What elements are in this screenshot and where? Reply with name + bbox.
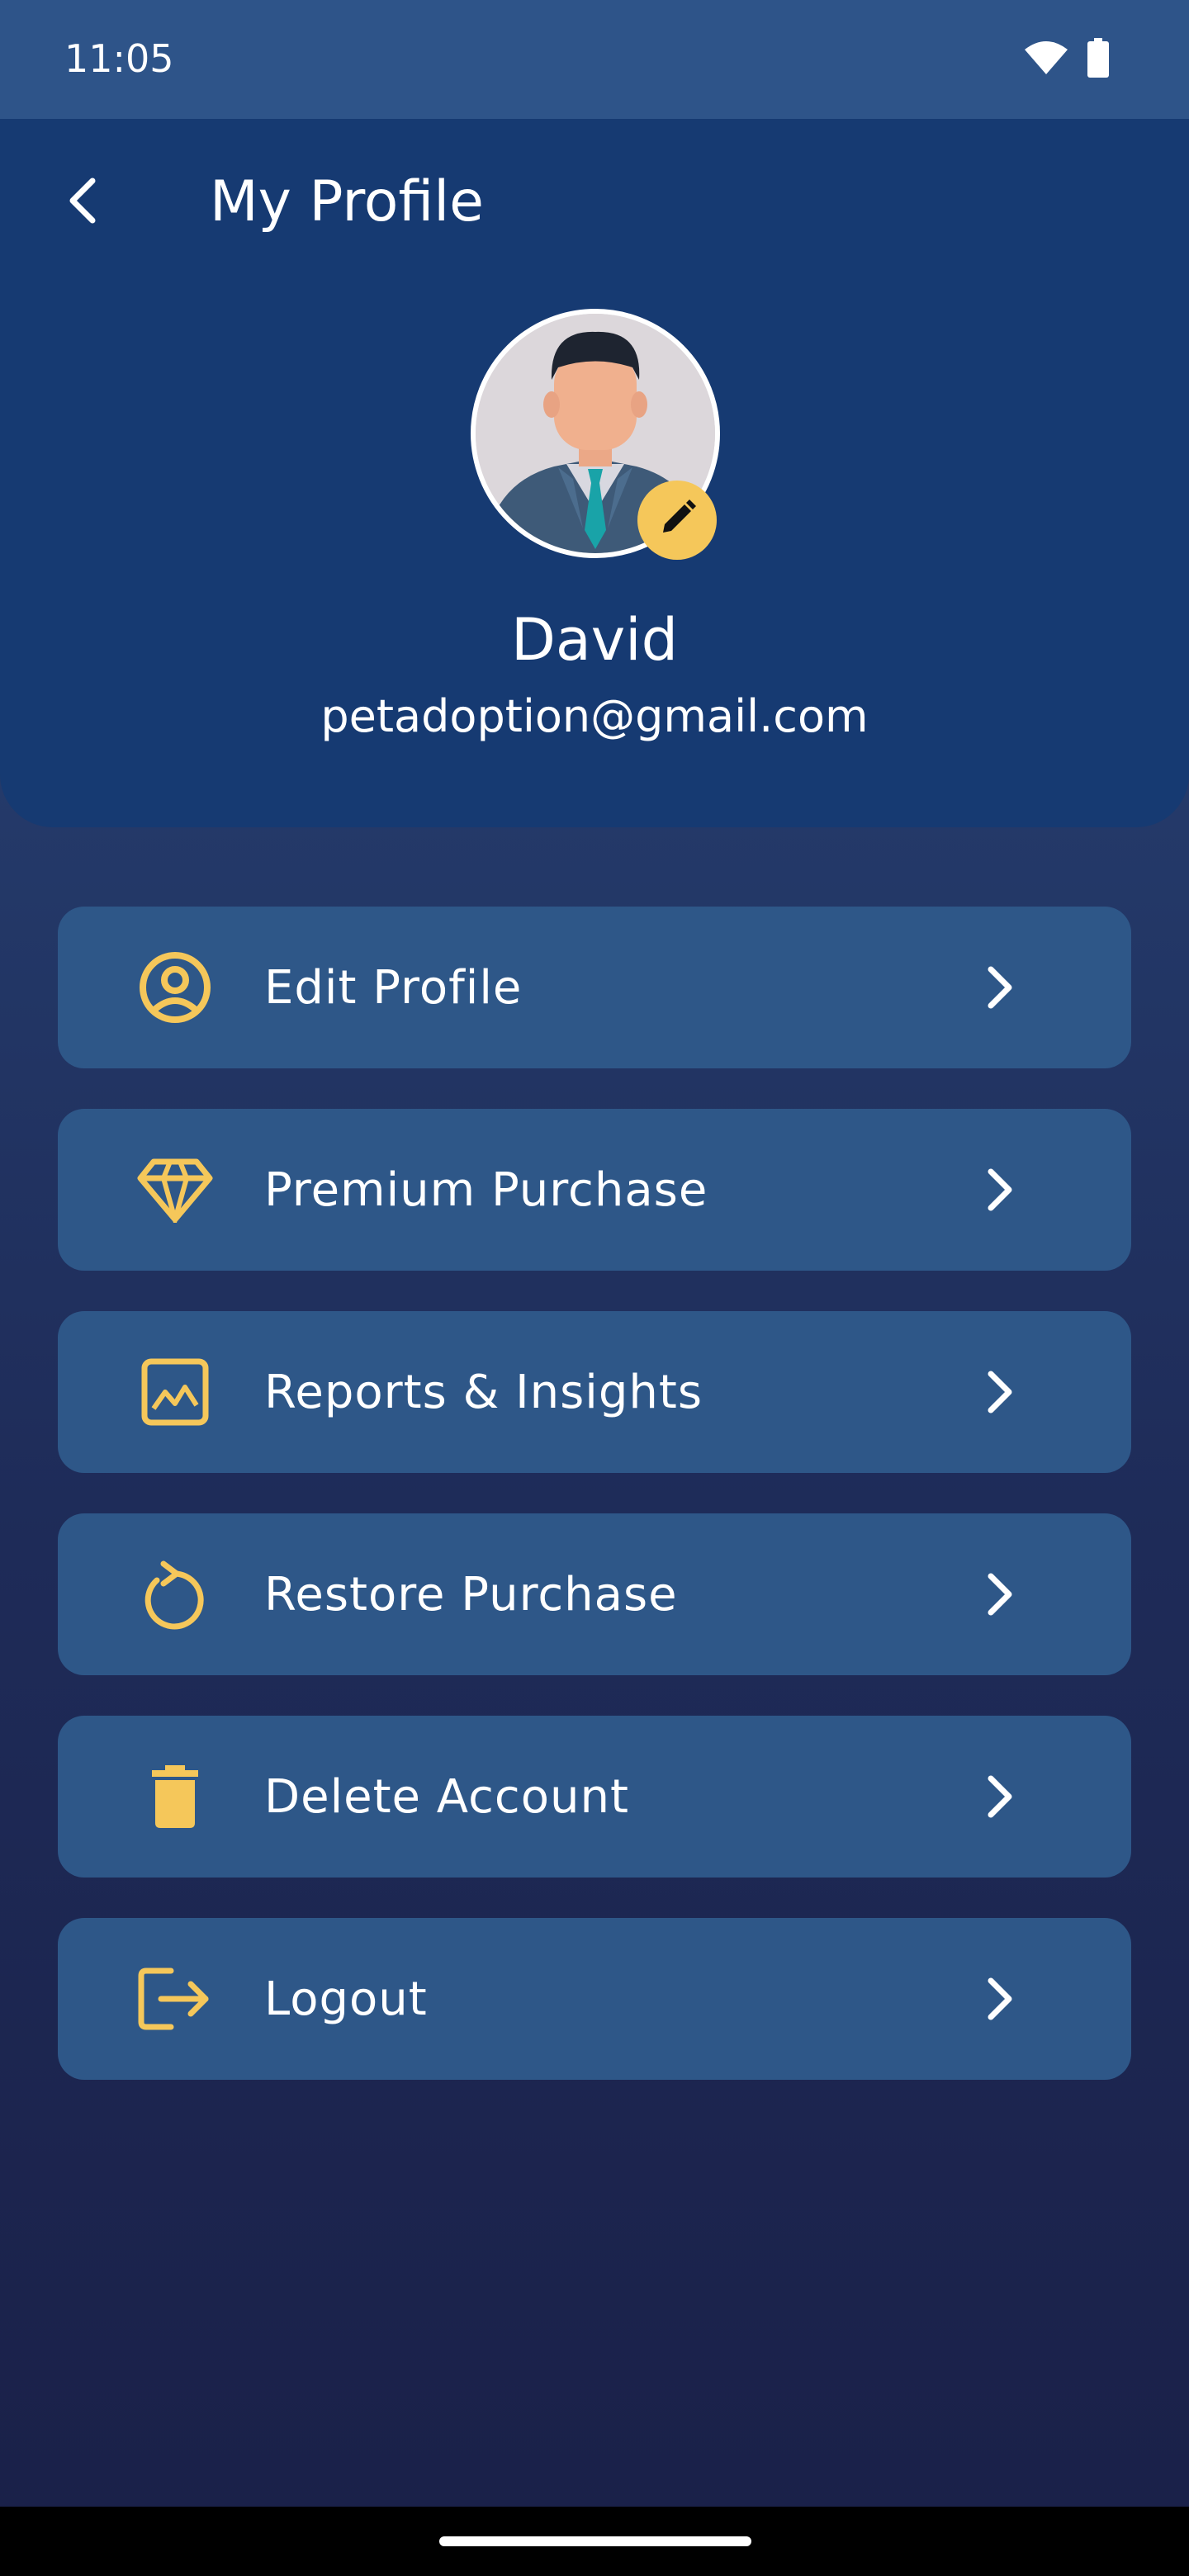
profile-menu: Edit Profile Premium Purchase Reports & …	[58, 907, 1131, 2120]
chevron-left-icon	[66, 176, 99, 230]
image-chart-icon	[134, 1351, 216, 1433]
back-button[interactable]	[53, 165, 112, 239]
battery-icon	[1087, 38, 1110, 82]
page-title: My Profile	[210, 169, 484, 234]
menu-item-reports-insights[interactable]: Reports & Insights	[58, 1311, 1131, 1473]
chevron-right-icon	[974, 1570, 1024, 1619]
menu-item-premium-purchase[interactable]: Premium Purchase	[58, 1109, 1131, 1271]
menu-item-restore-purchase[interactable]: Restore Purchase	[58, 1513, 1131, 1675]
status-icons	[1024, 38, 1110, 82]
diamond-icon	[134, 1148, 216, 1231]
logout-icon	[134, 1958, 216, 2040]
user-name: David	[510, 606, 679, 674]
menu-item-edit-profile[interactable]: Edit Profile	[58, 907, 1131, 1068]
chevron-right-icon	[974, 1165, 1024, 1215]
menu-item-label: Delete Account	[264, 1769, 629, 1824]
edit-avatar-button[interactable]	[637, 481, 717, 560]
menu-item-delete-account[interactable]: Delete Account	[58, 1716, 1131, 1878]
chevron-right-icon	[974, 1367, 1024, 1417]
status-time: 11:05	[64, 36, 174, 81]
chevron-right-icon	[974, 1772, 1024, 1821]
menu-item-label: Premium Purchase	[264, 1163, 708, 1217]
menu-item-label: Restore Purchase	[264, 1567, 678, 1622]
menu-item-label: Edit Profile	[264, 960, 523, 1015]
menu-item-label: Logout	[264, 1972, 428, 2026]
menu-item-logout[interactable]: Logout	[58, 1918, 1131, 2080]
restore-icon	[134, 1553, 216, 1636]
menu-item-label: Reports & Insights	[264, 1365, 703, 1419]
user-email: petadoption@gmail.com	[320, 690, 869, 742]
home-indicator[interactable]	[439, 2536, 751, 2546]
trash-icon	[134, 1755, 216, 1838]
wifi-icon	[1024, 40, 1068, 80]
chevron-right-icon	[974, 963, 1024, 1012]
pencil-icon	[656, 498, 698, 543]
status-bar: 11:05	[0, 0, 1189, 119]
chevron-right-icon	[974, 1974, 1024, 2024]
account-circle-icon	[134, 946, 216, 1029]
